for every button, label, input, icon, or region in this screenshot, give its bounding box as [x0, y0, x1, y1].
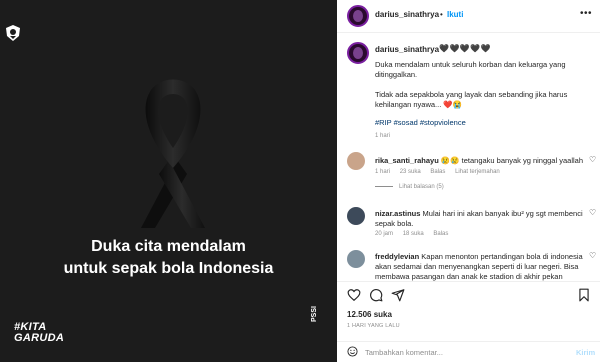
caption-paragraph-1: Duka mendalam untuk seluruh korban dan k… [375, 60, 566, 79]
comment-meta: 1 hari 23 suka Balas Lihat terjemahan [375, 169, 508, 175]
reply-button[interactable]: Balas [433, 231, 448, 237]
comment-time: 20 jam [375, 231, 394, 237]
bookmark-icon[interactable] [577, 288, 591, 302]
comment-like-icon[interactable]: ♡ [589, 155, 596, 164]
caption-username[interactable]: darius_sinathrya [375, 45, 439, 54]
caption-hashtags[interactable]: #RIP #sosad #stopviolence [375, 118, 466, 127]
more-horizontal-icon[interactable]: ••• [580, 8, 592, 19]
post-comment-button[interactable]: Kirim [576, 348, 595, 357]
emoji-icon[interactable] [347, 346, 358, 357]
post-actions-bar: 12.506 suka 1 HARI YANG LALU [337, 281, 600, 341]
follow-button[interactable]: Ikuti [447, 10, 463, 19]
post-timestamp: 1 HARI YANG LALU [347, 323, 400, 329]
caption-avatar[interactable] [347, 42, 369, 64]
like-count[interactable]: 12.506 suka [347, 310, 392, 319]
comment-text-block: nizar.astinus Mulai hari ini akan banyak… [375, 209, 587, 229]
comment-like-icon[interactable]: ♡ [589, 208, 596, 217]
heart-icon[interactable] [347, 288, 361, 302]
comment-like-icon[interactable]: ♡ [589, 251, 596, 260]
comment-likes[interactable]: 18 suka [403, 231, 424, 237]
pssi-watermark: PSSI [311, 306, 318, 322]
avatar[interactable] [347, 5, 369, 27]
comment-username[interactable]: rika_santi_rahayu [375, 156, 439, 165]
view-replies-link[interactable]: Lihat balasan (5) [375, 184, 444, 190]
post-header: darius_sinathrya • Ikuti ••• [337, 0, 600, 33]
comment-likes[interactable]: 23 suka [400, 169, 421, 175]
hashtag-line2: GARUDA [14, 332, 65, 344]
instagram-post-modal: Duka cita mendalam untuk sepak bola Indo… [0, 0, 600, 362]
comment-text-block: freddylevian Kapan menonton pertandingan… [375, 252, 587, 281]
comment-input[interactable] [365, 345, 565, 359]
hashtag-logo: #KITA GARUDA [14, 322, 64, 344]
comment-text: 😢😢 tetangaku banyak yg ninggal yaallah [440, 156, 583, 165]
translate-link[interactable]: Lihat terjemahan [455, 169, 500, 175]
comment-icon[interactable] [369, 288, 383, 302]
comments-scroll-area[interactable]: darius_sinathrya 🖤🖤🖤🖤🖤 Duka mendalam unt… [337, 33, 600, 281]
comment-avatar[interactable] [347, 207, 365, 225]
comment-username[interactable]: freddylevian [375, 252, 419, 261]
comment-avatar[interactable] [347, 152, 365, 170]
reply-button[interactable]: Balas [430, 169, 445, 175]
black-ribbon-icon [141, 79, 205, 228]
comment-composer: Kirim [337, 341, 600, 362]
share-icon[interactable] [391, 288, 405, 302]
comment-time: 1 hari [375, 169, 391, 175]
post-side-panel: darius_sinathrya • Ikuti ••• darius_sina… [337, 0, 600, 362]
caption-time: 1 hari [375, 133, 391, 139]
pssi-logo-icon [6, 25, 20, 41]
comment-meta: 20 jam 18 suka Balas [375, 231, 456, 237]
caption-hearts: 🖤🖤🖤🖤🖤 [439, 44, 492, 53]
header-username[interactable]: darius_sinathrya [375, 10, 439, 19]
comment-text-block: rika_santi_rahayu 😢😢 tetangaku banyak yg… [375, 156, 587, 166]
comment-username[interactable]: nizar.astinus [375, 209, 420, 218]
caption-paragraph-2: Tidak ada sepakbola yang layak dan seban… [375, 90, 568, 109]
headline-line2: untuk sepak bola Indonesia [63, 260, 274, 277]
headline-line1: Duka cita mendalam [91, 238, 246, 255]
header-separator: • [440, 10, 443, 19]
post-image[interactable]: Duka cita mendalam untuk sepak bola Indo… [0, 0, 337, 362]
comment-avatar[interactable] [347, 250, 365, 268]
